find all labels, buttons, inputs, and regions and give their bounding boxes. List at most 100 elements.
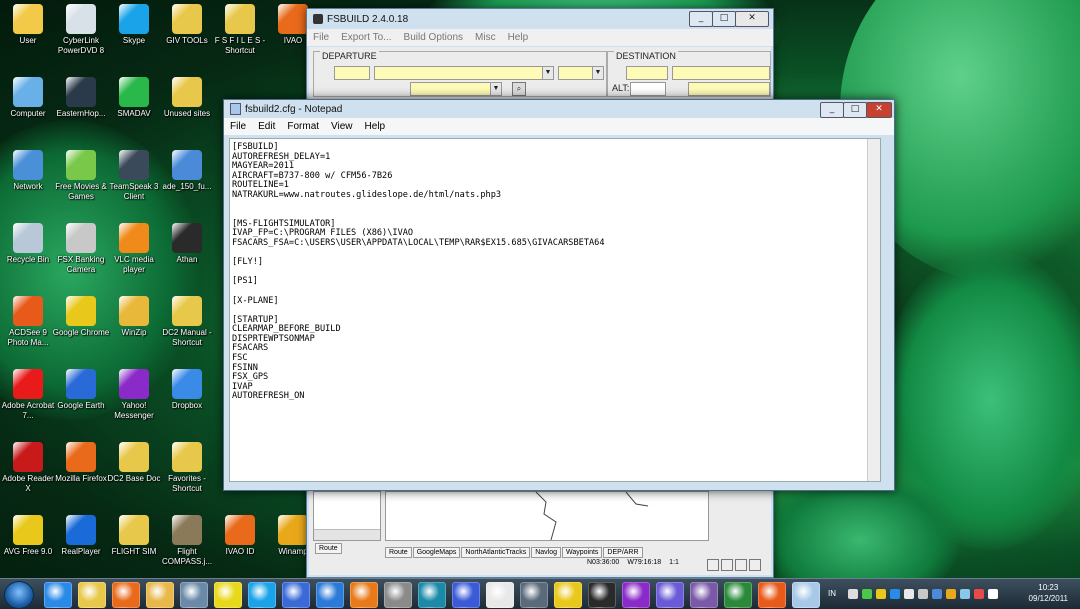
excel-icon[interactable] — [724, 582, 752, 608]
desktop-icon[interactable]: Skype — [105, 4, 163, 46]
tab-northatlantictracks[interactable]: NorthAtlanticTracks — [461, 547, 531, 558]
desktop-icon[interactable]: SMADAV — [105, 77, 163, 119]
desktop-icon[interactable]: Recycle Bin — [0, 223, 57, 265]
desktop-icon[interactable]: ade_150_fu... — [158, 150, 216, 192]
desktop-icon[interactable]: Adobe Reader X — [0, 442, 57, 494]
desktop-icon[interactable]: Network — [0, 150, 57, 192]
explorer-icon[interactable] — [78, 582, 106, 608]
destination-icao-input[interactable] — [626, 66, 668, 80]
tray-icon[interactable] — [918, 589, 928, 599]
desktop-icon[interactable]: Google Chrome — [52, 296, 110, 338]
desktop-icon[interactable]: Computer — [0, 77, 57, 119]
refresh-icon[interactable] — [749, 559, 761, 571]
desktop-icon[interactable]: Dropbox — [158, 369, 216, 411]
alternate-combo[interactable] — [688, 82, 770, 96]
tab-waypoints[interactable]: Waypoints — [562, 547, 603, 558]
notepad-minimize-button[interactable]: _ — [820, 102, 844, 118]
desktop-icon[interactable]: VLC media player — [105, 223, 163, 275]
notepad-menu-format[interactable]: Format — [287, 121, 319, 132]
desktop-icon[interactable]: Athan — [158, 223, 216, 265]
chevron-down-icon[interactable]: ▼ — [592, 67, 603, 79]
desktop-icon[interactable]: User — [0, 4, 57, 46]
desktop-icon[interactable]: Flight COMPASS.j... — [158, 515, 216, 567]
desktop-icon[interactable]: DC2 Manual - Shortcut — [158, 296, 216, 348]
skype-icon[interactable] — [248, 582, 276, 608]
tray-icon[interactable] — [862, 589, 872, 599]
chrome-icon[interactable] — [554, 582, 582, 608]
fsbuild-menu-build-options[interactable]: Build Options — [404, 32, 463, 43]
desktop-icon[interactable]: F S F I L E S - Shortcut — [211, 4, 269, 56]
zoom-in-icon[interactable] — [707, 559, 719, 571]
departure-icao-input[interactable] — [334, 66, 370, 80]
flight-icon[interactable] — [418, 582, 446, 608]
zoom-out-icon[interactable] — [721, 559, 733, 571]
teamspeak-icon[interactable] — [520, 582, 548, 608]
plane-icon[interactable] — [180, 582, 208, 608]
notepad-icon[interactable] — [792, 582, 820, 608]
tab-navlog[interactable]: Navlog — [531, 547, 561, 558]
airplane-yellow-icon[interactable] — [214, 582, 242, 608]
departure-sid-combo[interactable]: ▼ — [410, 82, 502, 96]
desktop-icon[interactable]: Free Movies & Games — [52, 150, 110, 202]
desktop-icon[interactable]: Adobe Acrobat 7... — [0, 369, 57, 421]
alternate-input[interactable] — [630, 82, 666, 96]
desktop-icon[interactable]: EasternHop... — [52, 77, 110, 119]
desktop-icon[interactable]: Favorites - Shortcut — [158, 442, 216, 494]
tray-icon[interactable] — [974, 589, 984, 599]
folder-icon[interactable] — [146, 582, 174, 608]
notepad-menu-help[interactable]: Help — [365, 121, 386, 132]
departure-airport-combo[interactable]: ▼ — [374, 66, 554, 80]
left-list-panel[interactable] — [313, 491, 381, 541]
fsbuild-minimize-button[interactable]: _ — [689, 11, 713, 27]
app-icon[interactable] — [384, 582, 412, 608]
ts-icon[interactable] — [690, 582, 718, 608]
notepad-text-area[interactable]: [FSBUILD] AUTOREFRESH_DELAY=1 MAGYEAR=20… — [229, 138, 881, 482]
fsx-pilot-icon[interactable] — [486, 582, 514, 608]
yahoo-icon[interactable] — [622, 582, 650, 608]
pan-icon[interactable] — [735, 559, 747, 571]
acdsee-icon[interactable] — [758, 582, 786, 608]
departure-runway-combo[interactable]: ▼ — [558, 66, 604, 80]
desktop-icon[interactable]: RealPlayer — [52, 515, 110, 557]
chevron-down-icon[interactable]: ▼ — [542, 67, 553, 79]
desktop-icon[interactable]: AVG Free 9.0 — [0, 515, 57, 557]
tab-route-left[interactable]: Route — [315, 543, 342, 554]
plane-2-icon[interactable] — [588, 582, 616, 608]
vertical-scrollbar[interactable] — [867, 139, 880, 481]
internet-explorer-icon[interactable] — [44, 582, 72, 608]
tray-icon[interactable] — [946, 589, 956, 599]
desktop-icon[interactable]: Mozilla Firefox — [52, 442, 110, 484]
fsbuild-close-button[interactable]: ✕ — [735, 11, 769, 27]
fsx-icon[interactable] — [282, 582, 310, 608]
desktop-icon[interactable]: WinZip — [105, 296, 163, 338]
notepad-close-button[interactable]: ✕ — [866, 102, 892, 118]
desktop-icon[interactable]: GIV TOOLs — [158, 4, 216, 46]
tray-icon[interactable] — [932, 589, 942, 599]
notepad-window[interactable]: fsbuild2.cfg - Notepad _ □ ✕ File Edit For… — [223, 99, 895, 491]
desktop-icon[interactable]: TeamSpeak 3 Client — [105, 150, 163, 202]
tray-icon[interactable] — [848, 589, 858, 599]
tray-icon[interactable] — [890, 589, 900, 599]
tray-icon[interactable] — [876, 589, 886, 599]
route-map[interactable] — [385, 491, 709, 541]
notepad-menu-view[interactable]: View — [331, 121, 353, 132]
notepad-menu-file[interactable]: File — [230, 121, 246, 132]
desktop-icon[interactable]: IVAO ID — [211, 515, 269, 557]
desktop-icon[interactable]: DC2 Base Doc — [105, 442, 163, 484]
horizontal-scrollbar[interactable] — [314, 529, 380, 540]
desktop-icon[interactable]: FLIGHT SIM — [105, 515, 163, 557]
fsbuild-menu-misc[interactable]: Misc — [475, 32, 496, 43]
pidgin-icon[interactable] — [656, 582, 684, 608]
ie-blue-icon[interactable] — [316, 582, 344, 608]
tray-icon[interactable] — [904, 589, 914, 599]
fsbuild-maximize-button[interactable]: □ — [712, 11, 736, 27]
language-indicator[interactable]: IN — [828, 589, 836, 598]
fsbuild-menu-help[interactable]: Help — [508, 32, 529, 43]
chevron-down-icon[interactable]: ▼ — [490, 83, 501, 95]
tab-googlemaps[interactable]: GoogleMaps — [412, 547, 461, 558]
fsbuild-menu-export-to[interactable]: Export To... — [341, 32, 391, 43]
search-icon[interactable]: ⌕ — [512, 82, 526, 96]
desktop-icon[interactable]: ACDSee 9 Photo Ma... — [0, 296, 57, 348]
notepad-maximize-button[interactable]: □ — [843, 102, 867, 118]
tray-icon[interactable] — [988, 589, 998, 599]
